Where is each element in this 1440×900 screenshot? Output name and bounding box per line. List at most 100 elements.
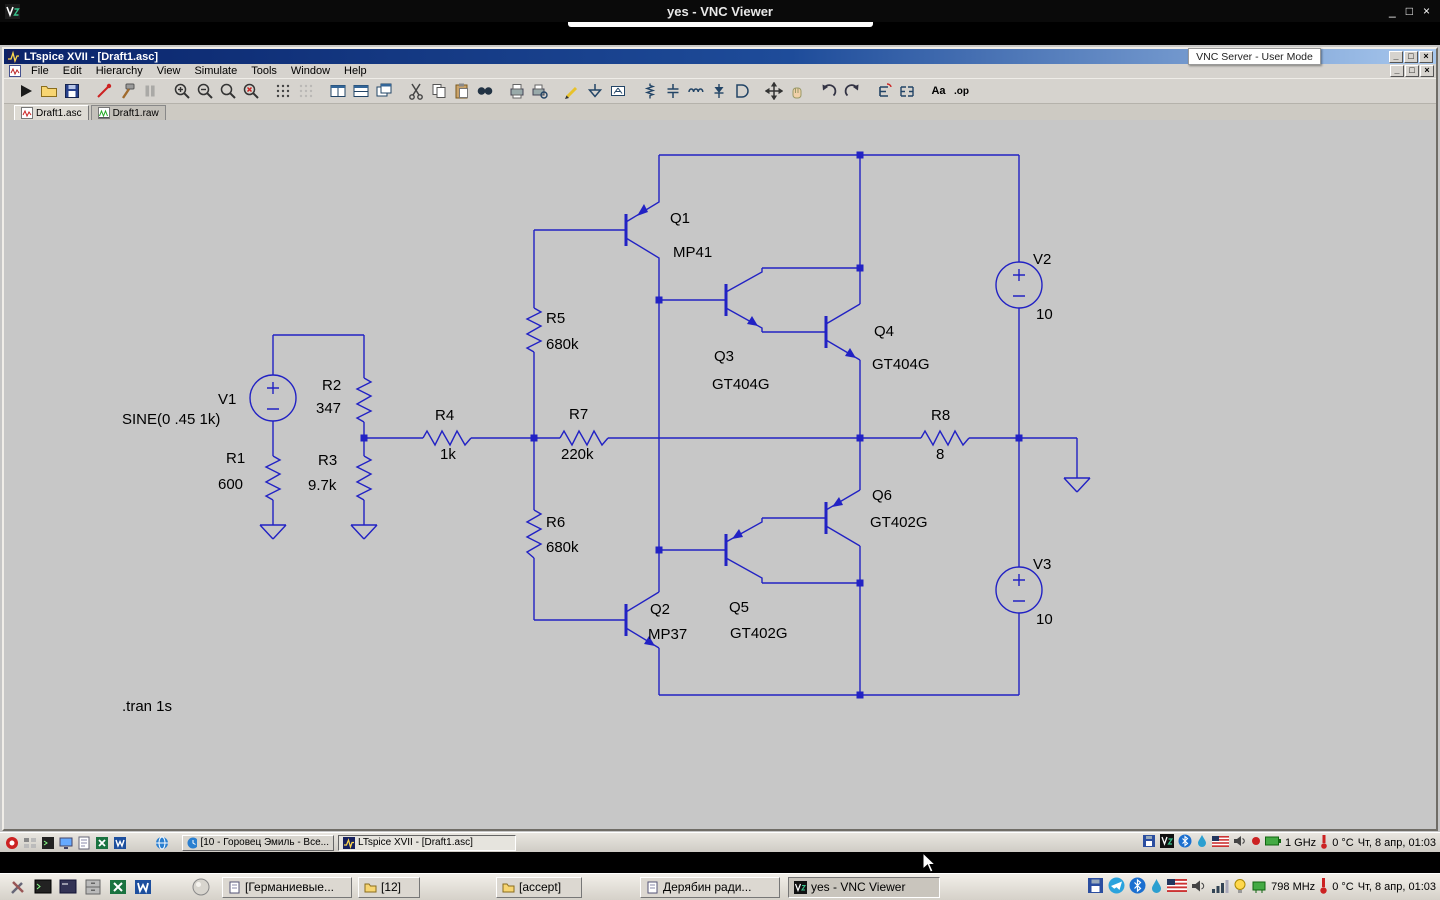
drop-icon[interactable] [1150,878,1163,897]
vnc-toolbar-strip[interactable] [568,22,873,27]
find-button[interactable] [473,81,496,102]
save-button[interactable] [60,81,83,102]
host-task-3[interactable]: [accept] [496,876,582,898]
power-icon[interactable] [1251,879,1267,896]
component-R6[interactable]: R6 680k [525,509,579,559]
zoom-area-button[interactable] [239,81,262,102]
window-close-button[interactable]: × [1419,50,1433,63]
vnc-maximize-button[interactable]: □ [1406,4,1413,18]
component-Q2[interactable]: Q2 MP37 [624,591,687,649]
host-task-2[interactable]: [12] [358,876,420,898]
remote-task-player[interactable]: [10 - Горовец Эмиль - Все... [182,834,334,851]
globe-clock-icon[interactable] [154,835,170,851]
ground-symbol[interactable] [350,524,378,540]
draw-wire-button[interactable] [560,81,583,102]
print-button[interactable] [505,81,528,102]
component-V3[interactable]: V3 10 [995,556,1053,628]
drag-button[interactable] [785,81,808,102]
vnc-close-button[interactable]: × [1423,4,1430,18]
resistor-button[interactable] [638,81,661,102]
spice-directive-button[interactable]: .op [950,81,973,102]
writer-icon[interactable] [112,835,128,851]
spice-directive-text[interactable]: .tran 1s [122,698,172,715]
menu-simulate[interactable]: Simulate [187,65,244,77]
bulb-icon[interactable] [1233,878,1247,897]
editor-icon[interactable] [76,835,92,851]
paste-button[interactable] [450,81,473,102]
schematic-canvas[interactable]: V1 SINE(0 .45 1k) V2 10 V3 10 R1 600 R2 … [4,120,1436,829]
component-Q3[interactable]: Q3 GT404G [712,268,770,393]
cascade-button[interactable] [372,81,395,102]
menu-view[interactable]: View [150,65,188,77]
vnc-titlebar[interactable]: yes - VNC Viewer _ □ × [0,0,1440,22]
redo-button[interactable] [840,81,863,102]
pager-icon[interactable] [22,835,38,851]
network-signal-icon[interactable] [1211,878,1229,897]
remote-task-ltspice[interactable]: LTspice XVII - [Draft1.asc] [338,834,516,851]
spreadsheet-icon[interactable] [107,876,129,898]
host-task-vnc[interactable]: yes - VNC Viewer [788,876,940,898]
bluetooth-icon[interactable] [1178,834,1192,851]
halt-button[interactable] [138,81,161,102]
battery-icon[interactable] [1265,836,1281,849]
cut-button[interactable] [404,81,427,102]
component-Q4[interactable]: Q4 GT404G [824,303,930,373]
menu-tools[interactable]: Tools [244,65,284,77]
open-button[interactable] [37,81,60,102]
ground-symbol[interactable] [259,524,287,540]
tools-icon[interactable] [7,876,29,898]
zoom-full-button[interactable] [216,81,239,102]
host-task-4[interactable]: Дерябин ради... [640,876,780,898]
child-minimize-button[interactable]: _ [1390,65,1404,77]
zoom-out-button[interactable] [193,81,216,102]
undo-button[interactable] [817,81,840,102]
indicator-icon[interactable] [1251,836,1261,849]
component-R3[interactable]: R3 9.7k [308,452,373,501]
cabinet-icon[interactable] [82,876,104,898]
volume-icon[interactable] [1233,834,1247,851]
drop-icon[interactable] [1196,834,1208,851]
menu-hierarchy[interactable]: Hierarchy [89,65,150,77]
component-R4[interactable]: R4 1k [422,407,472,463]
mirror-button[interactable] [895,81,918,102]
menu-window[interactable]: Window [284,65,337,77]
component-R8[interactable]: R8 8 [920,407,970,463]
ground-symbol[interactable] [1063,477,1091,493]
component-Q1[interactable]: Q1 MP41 [624,188,712,272]
inductor-button[interactable] [684,81,707,102]
display-icon[interactable] [58,835,74,851]
desktop-ball-icon[interactable] [190,876,212,898]
host-task-1[interactable]: [Германиевые... [222,876,352,898]
component-R7[interactable]: R7 220k [559,406,609,463]
telegram-icon[interactable] [1108,877,1125,897]
print-preview-button[interactable] [528,81,551,102]
vnc-tray-icon[interactable] [1160,834,1174,851]
component-R1[interactable]: R1 600 [218,450,282,501]
menu-help[interactable]: Help [337,65,374,77]
ltspice-window[interactable]: LTspice XVII - [Draft1.asc] _ □ × File E… [2,47,1438,831]
component-R5[interactable]: R5 680k [525,307,579,353]
run-button[interactable] [14,81,37,102]
schematic[interactable]: V1 SINE(0 .45 1k) V2 10 V3 10 R1 600 R2 … [4,120,1436,829]
menu-file[interactable]: File [24,65,56,77]
terminal-icon[interactable] [32,876,54,898]
text-button[interactable]: Aa [927,81,950,102]
capacitor-button[interactable] [661,81,684,102]
spreadsheet-icon[interactable] [94,835,110,851]
host-clock[interactable]: Чт, 8 апр, 01:03 [1358,881,1436,893]
tile-vertical-button[interactable] [326,81,349,102]
ground-button[interactable] [583,81,606,102]
vnc-minimize-button[interactable]: _ [1389,4,1396,18]
tab-draft1-asc[interactable]: Draft1.asc [14,105,89,120]
move-button[interactable] [762,81,785,102]
diode-button[interactable] [707,81,730,102]
us-flag-icon[interactable] [1167,879,1188,895]
rotate-button[interactable] [872,81,895,102]
tab-draft1-raw[interactable]: Draft1.raw [90,105,166,120]
menu-edit[interactable]: Edit [56,65,89,77]
copy-button[interactable] [427,81,450,102]
volume-icon[interactable] [1191,878,1207,897]
grid-button[interactable] [271,81,294,102]
circuit-wires[interactable] [272,151,1078,699]
child-restore-button[interactable]: □ [1405,65,1419,77]
